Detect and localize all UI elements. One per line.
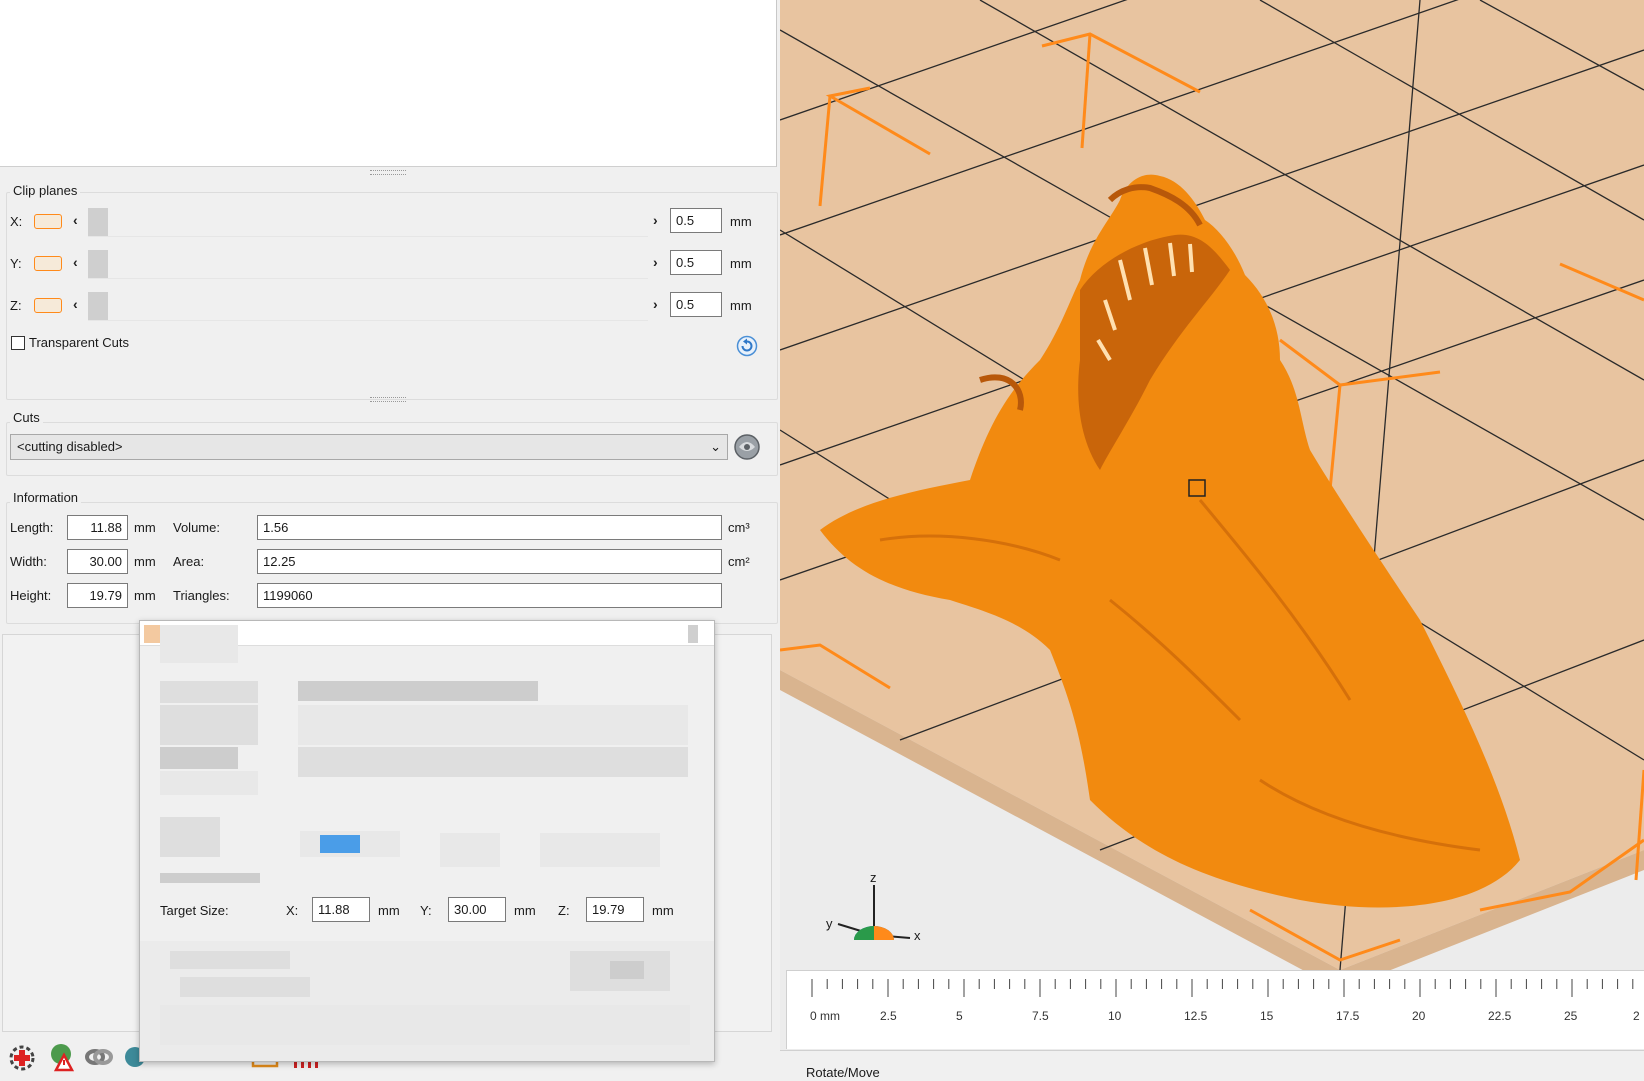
3d-viewport[interactable]: z x y bbox=[780, 0, 1644, 1080]
clip-z-slider[interactable] bbox=[88, 290, 648, 321]
clip-x-toggle[interactable] bbox=[34, 214, 62, 229]
target-x-unit: mm bbox=[378, 903, 400, 918]
clip-x-decrease[interactable]: ‹ bbox=[73, 212, 78, 228]
clip-x-slider-thumb[interactable] bbox=[88, 208, 108, 236]
clip-x-label: X: bbox=[10, 214, 23, 229]
clip-y-decrease[interactable]: ‹ bbox=[73, 254, 78, 270]
ruler-label: 2.5 bbox=[880, 1009, 897, 1023]
height-value: 19.79 bbox=[67, 583, 128, 608]
axis-y-label: y bbox=[826, 916, 833, 931]
clip-z-increase[interactable]: › bbox=[653, 296, 658, 312]
ruler-label: 25 bbox=[1564, 1009, 1578, 1023]
clip-planes-title: Clip planes bbox=[10, 183, 81, 198]
target-z-unit: mm bbox=[652, 903, 674, 918]
clip-y-increase[interactable]: › bbox=[653, 254, 658, 270]
ruler-label: 20 bbox=[1412, 1009, 1426, 1023]
length-label: Length: bbox=[10, 520, 54, 535]
transparent-cuts-checkbox[interactable] bbox=[11, 336, 25, 350]
reset-clip-icon[interactable] bbox=[736, 335, 758, 357]
triangles-label: Triangles: bbox=[173, 588, 230, 603]
volume-unit: cm³ bbox=[728, 520, 750, 535]
ruler-label: 12.5 bbox=[1184, 1009, 1208, 1023]
target-size-label: Target Size: bbox=[160, 903, 229, 918]
information-title: Information bbox=[10, 490, 82, 505]
target-y-label: Y: bbox=[420, 903, 432, 918]
length-unit: mm bbox=[134, 520, 156, 535]
width-value: 30.00 bbox=[67, 549, 128, 574]
area-value: 12.25 bbox=[257, 549, 722, 574]
width-label: Width: bbox=[10, 554, 47, 569]
clip-y-label: Y: bbox=[10, 256, 22, 271]
height-unit: mm bbox=[134, 588, 156, 603]
ruler-label: 15 bbox=[1260, 1009, 1274, 1023]
cut-settings-icon[interactable] bbox=[732, 432, 762, 462]
selected-cell[interactable] bbox=[320, 835, 360, 853]
target-y-unit: mm bbox=[514, 903, 536, 918]
scale-dialog: Target Size: X: 11.88 mm Y: 30.00 mm Z: … bbox=[139, 620, 715, 1062]
interaction-mode: Rotate/Move bbox=[806, 1065, 880, 1080]
clip-x-input[interactable]: 0.5 bbox=[670, 208, 722, 233]
splitter-grip-2[interactable] bbox=[370, 397, 406, 402]
ruler-label: 17.5 bbox=[1336, 1009, 1360, 1023]
clip-z-slider-thumb[interactable] bbox=[88, 292, 108, 320]
ruler-label: 0 mm bbox=[810, 1009, 840, 1023]
triangles-value: 1199060 bbox=[257, 583, 722, 608]
ruler-label: 5 bbox=[956, 1009, 963, 1023]
target-x-input[interactable]: 11.88 bbox=[312, 897, 370, 922]
scene-render[interactable] bbox=[780, 0, 1644, 1080]
volume-value: 1.56 bbox=[257, 515, 722, 540]
length-value: 11.88 bbox=[67, 515, 128, 540]
clip-x-slider[interactable] bbox=[88, 206, 648, 237]
clip-y-unit: mm bbox=[730, 256, 752, 271]
target-y-input[interactable]: 30.00 bbox=[448, 897, 506, 922]
status-bar: Rotate/Move bbox=[780, 1050, 1644, 1081]
chevron-down-icon: ⌄ bbox=[710, 439, 721, 454]
clip-z-decrease[interactable]: ‹ bbox=[73, 296, 78, 312]
target-z-label: Z: bbox=[558, 903, 570, 918]
volume-label: Volume: bbox=[173, 520, 220, 535]
area-unit: cm² bbox=[728, 554, 750, 569]
orientation-gizmo bbox=[837, 885, 911, 940]
ruler-label: 10 bbox=[1108, 1009, 1122, 1023]
target-x-label: X: bbox=[286, 903, 299, 918]
cuts-select[interactable]: <cutting disabled> ⌄ bbox=[10, 434, 728, 460]
ruler-ticks bbox=[811, 979, 1634, 997]
splitter-grip[interactable] bbox=[370, 170, 406, 175]
clip-z-label: Z: bbox=[10, 298, 22, 313]
height-label: Height: bbox=[10, 588, 52, 603]
axis-x-label: x bbox=[914, 928, 921, 943]
cuts-title: Cuts bbox=[10, 410, 43, 425]
clip-x-unit: mm bbox=[730, 214, 752, 229]
repair-warning-icon[interactable] bbox=[46, 1042, 75, 1072]
area-label: Area: bbox=[173, 554, 205, 569]
ruler-label: 22.5 bbox=[1488, 1009, 1512, 1023]
clip-x-increase[interactable]: › bbox=[653, 212, 658, 228]
ruler-label: 7.5 bbox=[1032, 1009, 1049, 1023]
clip-z-unit: mm bbox=[730, 298, 752, 313]
close-icon[interactable] bbox=[688, 625, 698, 643]
clip-y-slider[interactable] bbox=[88, 248, 648, 279]
add-part-icon[interactable] bbox=[8, 1044, 36, 1072]
cuts-select-value: <cutting disabled> bbox=[17, 439, 123, 454]
transparent-cuts-label: Transparent Cuts bbox=[29, 335, 129, 350]
clip-z-input[interactable]: 0.5 bbox=[670, 292, 722, 317]
clip-y-toggle[interactable] bbox=[34, 256, 62, 271]
clip-y-input[interactable]: 0.5 bbox=[670, 250, 722, 275]
link-icon[interactable] bbox=[84, 1042, 113, 1070]
clip-y-slider-thumb[interactable] bbox=[88, 250, 108, 278]
width-unit: mm bbox=[134, 554, 156, 569]
clip-z-toggle[interactable] bbox=[34, 298, 62, 313]
axis-z-label: z bbox=[870, 870, 877, 885]
scale-ruler: 0 mm 2.5 5 7.5 10 12.5 15 17.5 20 22.5 25 2 bbox=[786, 970, 1644, 1049]
object-tree[interactable] bbox=[0, 0, 777, 167]
ruler-label: 2 bbox=[1633, 1009, 1640, 1023]
target-z-input[interactable]: 19.79 bbox=[586, 897, 644, 922]
